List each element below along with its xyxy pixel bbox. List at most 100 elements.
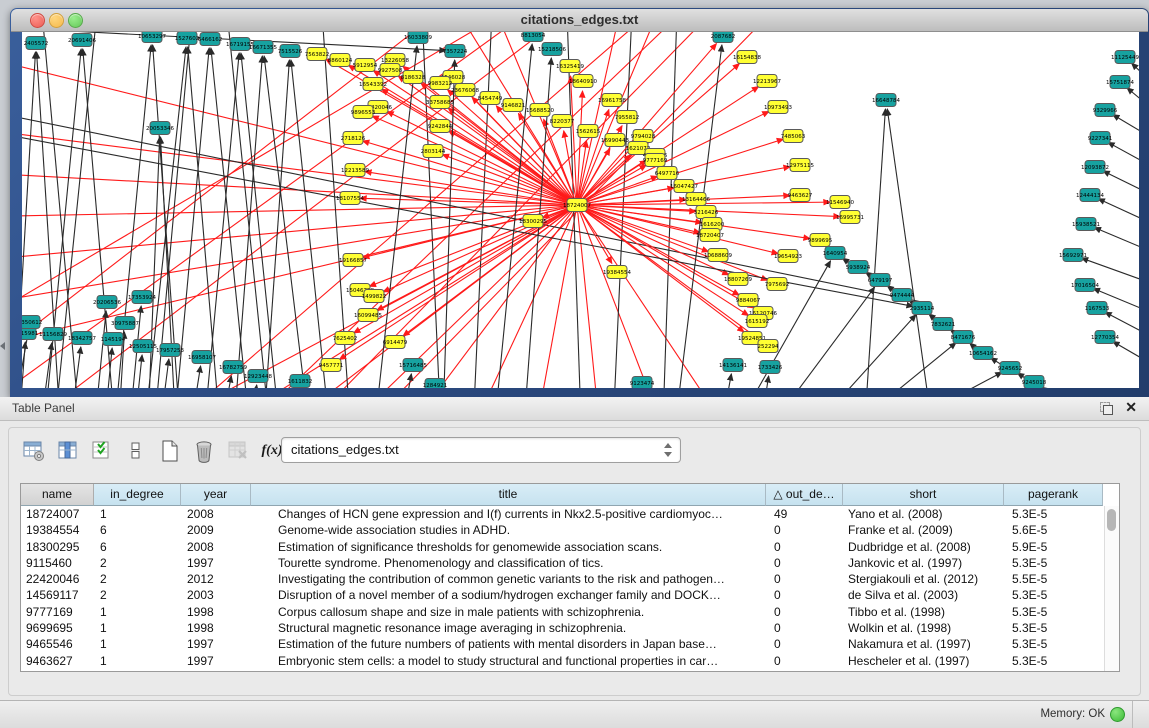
network-node[interactable]: 7975692 [765, 278, 790, 291]
network-node[interactable]: 7955812 [615, 111, 640, 124]
network-node[interactable]: 9777169 [643, 154, 668, 167]
network-node[interactable]: 12213967 [753, 75, 781, 88]
network-node[interactable]: 2718126 [341, 132, 366, 145]
network-node[interactable]: 16543392 [359, 78, 387, 91]
network-node[interactable]: 18107554 [336, 192, 364, 205]
network-node[interactable]: 11125449 [1111, 51, 1139, 64]
network-node[interactable]: 7485063 [781, 130, 806, 143]
network-node[interactable]: 8350612 [22, 316, 42, 329]
network-node[interactable]: 7832621 [931, 318, 956, 331]
network-node[interactable]: 9794028 [631, 130, 656, 143]
network-node[interactable]: 19166857 [339, 254, 367, 267]
network-node[interactable]: 16995731 [836, 211, 864, 224]
network-node[interactable]: 23676068 [451, 84, 479, 97]
network-node[interactable]: 18720407 [696, 229, 724, 242]
network-node[interactable]: 6479197 [868, 274, 893, 287]
network-node[interactable]: 16033809 [404, 32, 432, 44]
network-node[interactable]: 10654162 [969, 347, 997, 360]
network-node[interactable]: 7515526 [278, 45, 303, 58]
delete-entries-trash-button[interactable] [189, 437, 219, 465]
network-node[interactable]: 18342757 [68, 332, 96, 345]
network-node[interactable]: 8813054 [521, 32, 546, 42]
network-node[interactable]: 8860124 [328, 54, 353, 67]
window-titlebar[interactable]: citations_edges.txt [11, 9, 1148, 32]
network-node[interactable]: 9329966 [1093, 104, 1118, 117]
table-row[interactable]: 1938455462009Genome-wide association stu… [21, 522, 1105, 538]
network-node[interactable]: 16990443 [601, 134, 629, 147]
network-node[interactable]: 15218506 [538, 43, 566, 56]
network-node[interactable]: 2405572 [24, 37, 49, 50]
column-header-short[interactable]: short [843, 484, 1004, 506]
network-node[interactable]: 16154838 [733, 51, 761, 64]
network-node[interactable]: 9123474 [630, 377, 655, 389]
close-panel-icon[interactable]: ✕ [1125, 399, 1137, 416]
network-node[interactable]: 1167533 [1085, 302, 1110, 315]
network-node[interactable]: 16782759 [219, 361, 247, 374]
network-node[interactable]: 1145194 [101, 333, 126, 346]
network-node[interactable]: 8220377 [550, 115, 575, 128]
network-node[interactable]: 1733426 [758, 361, 783, 374]
table-row[interactable]: 911546021997Tourette syndrome. Phenomeno… [21, 555, 1105, 571]
new-document-button[interactable] [155, 437, 185, 465]
network-node[interactable]: 16047427 [670, 180, 698, 193]
panel-collapse-arrow-icon[interactable] [0, 342, 5, 350]
network-node[interactable]: 10653297 [138, 32, 166, 43]
network-node[interactable]: 8471676 [951, 331, 976, 344]
network-node[interactable]: 7563822 [305, 48, 330, 61]
network-node[interactable]: 3216426 [694, 206, 719, 219]
memory-ok-indicator-icon[interactable] [1110, 707, 1125, 722]
network-node[interactable]: 2087682 [711, 32, 736, 43]
network-node[interactable]: 16325419 [556, 60, 584, 73]
network-node[interactable]: 12093872 [1081, 161, 1109, 174]
network-node[interactable]: 1611832 [288, 375, 313, 388]
network-node[interactable]: 19384554 [603, 266, 631, 279]
network-node[interactable]: 12505115 [129, 340, 157, 353]
network-node[interactable]: 8454749 [478, 92, 503, 105]
network-node[interactable]: 1499822 [362, 290, 387, 303]
network-node[interactable]: 9983212 [428, 77, 453, 90]
float-panel-icon[interactable] [1100, 402, 1113, 415]
network-node[interactable]: 15716485 [399, 359, 427, 372]
network-node[interactable]: 1527602 [175, 32, 200, 45]
scrollbar-thumb[interactable] [1107, 509, 1116, 531]
network-node[interactable]: 252294 [758, 340, 779, 353]
network-node[interactable]: 7625402 [333, 332, 358, 345]
network-node[interactable]: 20206536 [93, 296, 121, 309]
network-node[interactable]: 20053346 [146, 122, 174, 135]
network-node[interactable]: 20691406 [68, 34, 96, 47]
network-node[interactable]: 18640910 [569, 75, 597, 88]
network-node[interactable]: 11546940 [826, 196, 854, 209]
column-header-in_degree[interactable]: in_degree [94, 484, 181, 506]
network-node[interactable]: 9899695 [808, 234, 833, 247]
network-node[interactable]: 9896553 [351, 106, 376, 119]
network-node[interactable]: 9463627 [788, 189, 813, 202]
table-vertical-scrollbar[interactable] [1104, 506, 1119, 671]
column-header-pagerank[interactable]: pagerank [1004, 484, 1103, 506]
network-node[interactable]: 14136141 [719, 359, 747, 372]
network-node[interactable]: 9457771 [319, 359, 344, 372]
network-node[interactable]: 5912954 [353, 59, 378, 72]
table-row[interactable]: 2242004622012Investigating the contribut… [21, 571, 1105, 587]
network-node[interactable]: 33758685 [426, 96, 454, 109]
network-node[interactable]: 16961758 [598, 94, 626, 107]
network-node[interactable]: 9884067 [736, 294, 761, 307]
network-node[interactable]: 6497716 [655, 167, 680, 180]
table-settings-button[interactable] [19, 437, 49, 465]
network-node[interactable]: 15938521 [1072, 218, 1100, 231]
network-node[interactable]: 9245018 [1022, 376, 1047, 389]
network-node[interactable]: 5938924 [846, 261, 871, 274]
network-node[interactable]: 2803144 [421, 145, 446, 158]
network-node[interactable]: 12444134 [1076, 189, 1104, 202]
table-row[interactable]: 977716911998Corpus callosum shape and si… [21, 604, 1105, 620]
network-node[interactable]: 6914479 [383, 336, 408, 349]
table-row[interactable]: 1456911722003Disruption of a novel membe… [21, 587, 1105, 603]
network-node[interactable]: 9474444 [890, 289, 915, 302]
network-node[interactable]: 2935114 [910, 302, 935, 315]
network-node[interactable]: 9227341 [1088, 132, 1113, 145]
row-height-button[interactable] [121, 437, 151, 465]
table-row[interactable]: 1872400712008Changes of HCN gene express… [21, 506, 1105, 522]
network-node[interactable]: 1640954 [823, 247, 848, 260]
network-node[interactable]: 12923448 [244, 370, 272, 383]
network-node[interactable]: 7357224 [443, 45, 468, 58]
network-node[interactable]: 1284921 [423, 379, 448, 389]
